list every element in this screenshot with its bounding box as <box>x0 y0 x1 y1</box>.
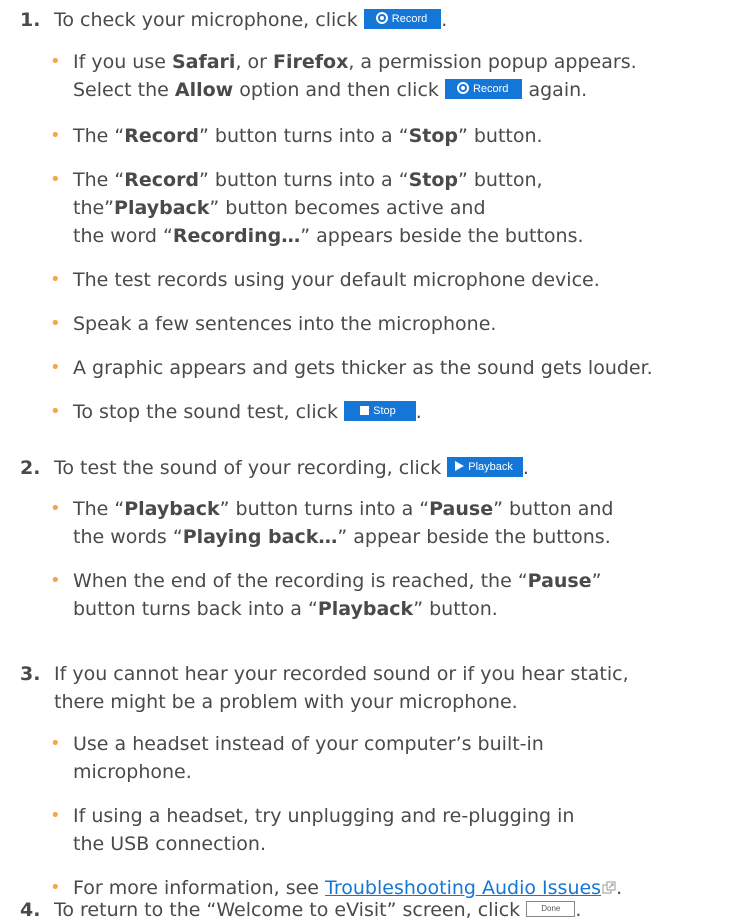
step-intro: To test the sound of your recording, cli… <box>54 456 529 479</box>
step-intro: If you cannot hear your recorded sound o… <box>54 663 629 713</box>
step-3: 3. If you cannot hear your recorded soun… <box>20 660 752 716</box>
bullet-icon: • <box>50 570 61 591</box>
record-icon <box>456 81 469 94</box>
bullet-icon: • <box>50 51 61 72</box>
list-item: • A graphic appears and gets thicker as … <box>44 354 752 382</box>
bullet-icon: • <box>50 313 61 334</box>
step-intro: To check your microphone, click Record. <box>54 8 448 31</box>
list-item: • Speak a few sentences into the microph… <box>44 310 752 338</box>
step-number: 2. <box>20 457 41 479</box>
step-3-bullets: • Use a headset instead of your computer… <box>44 730 752 902</box>
list-item: • Use a headset instead of your computer… <box>44 730 752 786</box>
done-button-image: Done <box>526 900 576 917</box>
record-icon <box>375 11 388 24</box>
play-icon <box>455 460 465 471</box>
step-2: 2. To test the sound of your recording, … <box>20 454 752 482</box>
list-item: • The “Record” button turns into a “Stop… <box>44 122 752 150</box>
bullet-icon: • <box>50 498 61 519</box>
bullet-icon: • <box>50 125 61 146</box>
step-number: 3. <box>20 663 41 685</box>
list-item: • When the end of the recording is reach… <box>44 567 752 623</box>
step-1-bullets: • If you use Safari, or Firefox, a permi… <box>44 48 752 426</box>
list-item: • The “Playback” button turns into a “Pa… <box>44 495 752 551</box>
bullet-icon: • <box>50 733 61 754</box>
step-number: 1. <box>20 9 41 31</box>
record-button-image: Record <box>444 78 523 99</box>
step-4: 4. To return to the “Welcome to eVisit” … <box>20 896 752 924</box>
list-item: • The “Record” button turns into a “Stop… <box>44 166 752 250</box>
playback-button-image: Playback <box>447 456 523 477</box>
stop-button-image: Stop <box>344 400 416 421</box>
record-button-image: Record <box>363 8 442 29</box>
list-item: • The test records using your default mi… <box>44 266 752 294</box>
list-item: • To stop the sound test, click Stop. <box>44 398 752 426</box>
list-item: • If using a headset, try unplugging and… <box>44 802 752 858</box>
bullet-icon: • <box>50 805 61 826</box>
bullet-icon: • <box>50 357 61 378</box>
bullet-icon: • <box>50 169 61 190</box>
bullet-icon: • <box>50 269 61 290</box>
step-intro: To return to the “Welcome to eVisit” scr… <box>54 899 582 921</box>
step-1: 1. To check your microphone, click Recor… <box>20 6 752 34</box>
step-number: 4. <box>20 899 41 921</box>
step-2-bullets: • The “Playback” button turns into a “Pa… <box>44 495 752 623</box>
bullet-icon: • <box>50 401 61 422</box>
list-item: • If you use Safari, or Firefox, a permi… <box>44 48 752 106</box>
stop-icon <box>360 405 370 415</box>
external-link-icon <box>602 875 616 894</box>
